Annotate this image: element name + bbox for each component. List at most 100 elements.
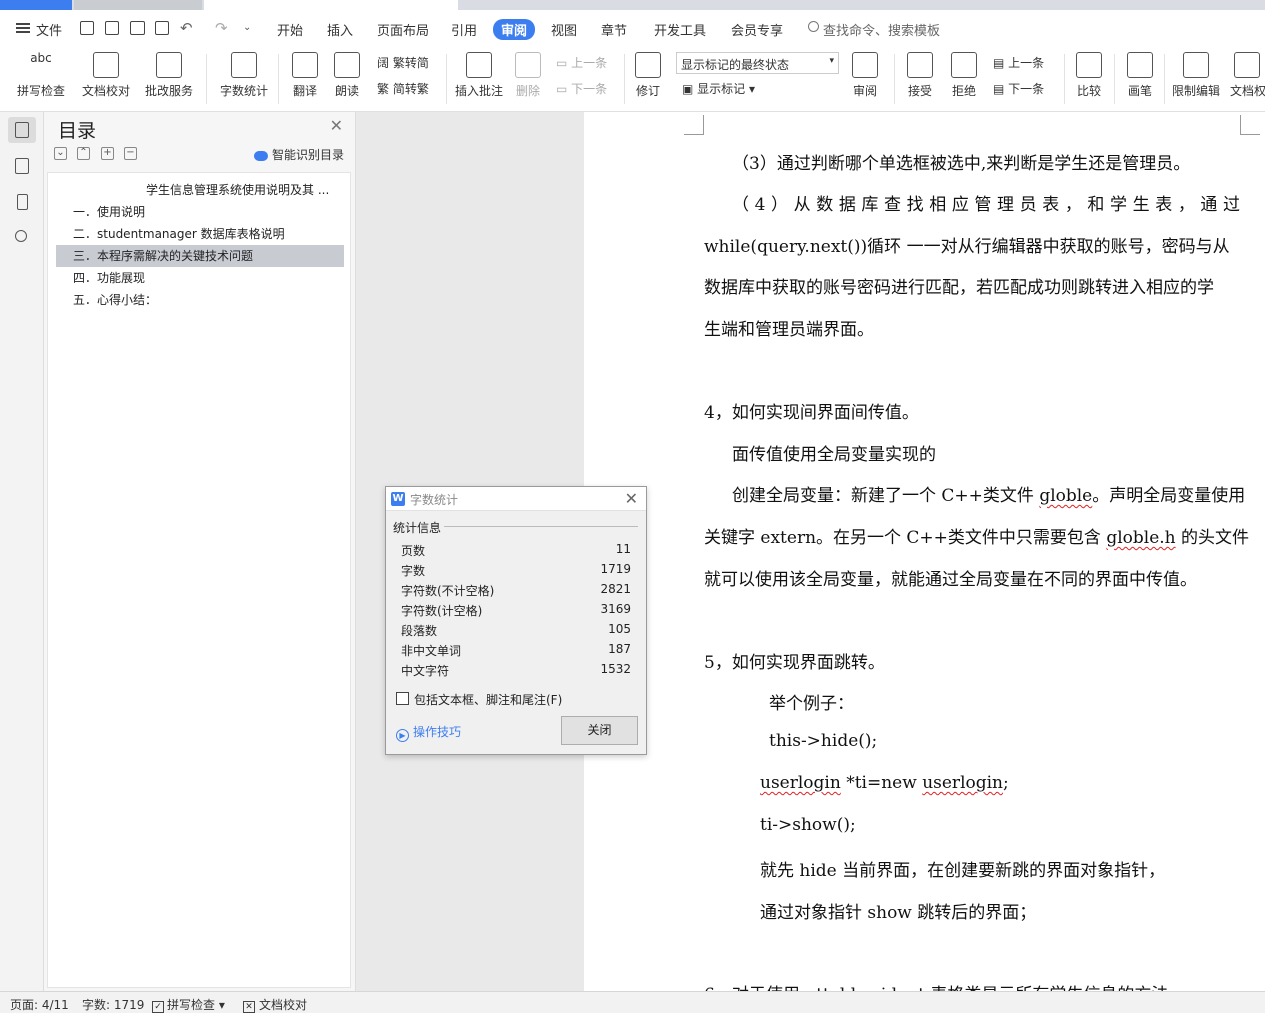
tab-chapter[interactable]: 章节 — [601, 20, 627, 39]
read-aloud-button[interactable]: 朗读 — [330, 48, 364, 99]
word-count-indicator[interactable]: 字数: 1719 — [82, 996, 144, 1013]
spell-check-button[interactable]: abc 拼写检查 — [10, 48, 72, 99]
toc-icon — [15, 122, 29, 138]
paragraph: 数据库中获取的账号密码进行匹配，若匹配成功则跳转进入相应的学 — [704, 278, 1214, 298]
insert-comment-button[interactable]: 插入批注 — [452, 48, 506, 99]
tab-developer[interactable]: 开发工具 — [654, 20, 706, 39]
export-pdf-icon[interactable] — [105, 21, 119, 35]
accept-button[interactable]: 接受 — [900, 48, 940, 99]
chevron-down-icon: ▾ — [829, 56, 834, 66]
spell-error-word[interactable]: userlogin — [760, 773, 841, 793]
stat-row: 段落数 105 — [401, 622, 631, 638]
ribbon-separator — [278, 54, 279, 104]
home-tab[interactable] — [0, 0, 72, 10]
close-icon[interactable]: ✕ — [625, 489, 638, 508]
ribbon-separator — [206, 54, 207, 104]
review-pane-button[interactable]: 审阅 — [846, 48, 884, 99]
close-button[interactable]: 关闭 — [561, 716, 638, 745]
doc-tab-active[interactable] — [204, 0, 458, 10]
hamburger-icon[interactable] — [16, 23, 30, 33]
toc-pane-button[interactable] — [8, 117, 36, 143]
toc-item[interactable]: 一．使用说明 — [56, 201, 344, 223]
tips-link[interactable]: ▶ 操作技巧 — [396, 723, 461, 742]
tab-member[interactable]: 会员专享 — [731, 20, 783, 39]
ink-button[interactable]: 画笔 — [1120, 48, 1160, 99]
search-icon — [15, 230, 27, 242]
toc-item-selected[interactable]: 三．本程序需解决的关键技术问题 — [56, 245, 344, 267]
spell-error-word[interactable]: userlogin — [922, 773, 1003, 793]
reject-button[interactable]: 拒绝 — [944, 48, 984, 99]
prev-comment-button[interactable]: ▭ 上一条 — [556, 54, 607, 71]
tab-insert[interactable]: 插入 — [327, 20, 353, 39]
to-traditional-button[interactable]: 阔 繁转简 — [377, 54, 429, 71]
remove-item-icon[interactable]: − — [124, 147, 137, 160]
tab-start[interactable]: 开始 — [277, 20, 303, 39]
track-changes-button[interactable]: 修订 — [630, 48, 666, 99]
print-preview-icon[interactable] — [155, 21, 169, 35]
next-comment-button[interactable]: ▭ 下一条 — [556, 80, 607, 97]
redo-icon[interactable]: ↷ — [215, 19, 228, 37]
delete-comment-button[interactable]: 删除 — [510, 48, 546, 99]
spell-check-icon: abc — [30, 51, 52, 65]
translate-button[interactable]: 翻译 — [284, 48, 326, 99]
ribbon-separator — [446, 54, 447, 104]
display-mode-select[interactable]: 显示标记的最终状态 ▾ — [676, 52, 839, 74]
compare-button[interactable]: 比较 — [1070, 48, 1108, 99]
chapter-nav-button[interactable] — [8, 153, 36, 179]
spell-error-word[interactable]: globle.h — [1106, 528, 1175, 548]
toc-item[interactable]: 五．心得小结： — [56, 289, 344, 311]
save-icon[interactable] — [80, 21, 94, 35]
review-service-button[interactable]: 批改服务 — [138, 48, 200, 99]
read-aloud-icon — [334, 52, 360, 78]
next-change-button[interactable]: ▤ 下一条 — [993, 80, 1044, 97]
document-page[interactable]: （3）通过判断哪个单选框被选中,来判断是学生还是管理员。 （4）从数据库查找相应… — [584, 112, 1265, 991]
prev-change-button[interactable]: ▤ 上一条 — [993, 54, 1044, 71]
stat-row: 页数 11 — [401, 542, 631, 558]
doc-rights-button[interactable]: 文档权 — [1230, 48, 1265, 99]
group-divider — [444, 526, 638, 527]
search-icon — [808, 21, 819, 32]
toc-list: 学生信息管理系统使用说明及其 ... 一．使用说明 二．studentmanag… — [47, 172, 351, 988]
dialog-titlebar[interactable]: W 字数统计 ✕ — [386, 487, 646, 511]
undo-icon[interactable]: ↶ — [180, 19, 193, 37]
check-icon: ✓ — [152, 1001, 164, 1013]
collapse-all-icon[interactable]: ⌄ — [54, 147, 67, 160]
tab-page-layout[interactable]: 页面布局 — [377, 20, 429, 39]
expand-up-icon[interactable]: ⌃ — [77, 147, 90, 160]
restrict-edit-button[interactable]: 限制编辑 — [1170, 48, 1222, 99]
doc-proof-button[interactable]: 文档校对 — [78, 48, 134, 99]
include-textbox-label[interactable]: 包括文本框、脚注和尾注(F) — [414, 691, 562, 708]
find-button[interactable] — [8, 225, 36, 251]
command-search[interactable]: 查找命令、搜索模板 — [823, 20, 940, 39]
tab-review[interactable]: 审阅 — [493, 19, 536, 40]
word-count-button[interactable]: 字数统计 — [214, 48, 274, 99]
smart-recognize-button[interactable]: 智能识别目录 — [254, 146, 344, 163]
play-icon: ▶ — [396, 729, 409, 742]
file-menu[interactable]: 文件 — [36, 20, 62, 39]
tab-view[interactable]: 视图 — [551, 20, 577, 39]
status-doc-proof[interactable]: ✕ 文档校对 — [243, 996, 307, 1013]
margin-corner-mark — [684, 115, 704, 135]
spell-error-word[interactable]: globle — [1039, 486, 1092, 506]
doc-tab-inactive[interactable] — [74, 0, 202, 10]
show-markup-button[interactable]: ▣ 显示标记 ▾ — [682, 80, 755, 97]
add-item-icon[interactable]: + — [101, 147, 114, 160]
include-textbox-checkbox[interactable] — [396, 692, 409, 705]
paragraph: 创建全局变量：新建了一个 C++类文件 globle。声明全局变量使用 — [732, 486, 1246, 506]
status-spell-check[interactable]: ✓ 拼写检查 ▾ — [152, 996, 225, 1013]
tab-references[interactable]: 引用 — [451, 20, 477, 39]
toc-item[interactable]: 学生信息管理系统使用说明及其 ... — [56, 179, 344, 201]
wps-logo-icon: W — [391, 492, 405, 506]
toc-item[interactable]: 四．功能展现 — [56, 267, 344, 289]
quick-access-dropdown-icon[interactable]: ⌄ — [243, 22, 251, 33]
ribbon-separator — [1164, 54, 1165, 104]
stat-row: 中文字符 1532 — [401, 662, 631, 678]
print-icon[interactable] — [130, 21, 145, 35]
bookmark-button[interactable] — [8, 189, 36, 215]
heading-partial: 6，对于使用 qttablewidget 表格类显示所有学生信息的方法 — [704, 980, 1168, 991]
to-simplified-button[interactable]: 繁 简转繁 — [377, 80, 429, 97]
lock-doc-icon — [1183, 52, 1209, 78]
page-indicator[interactable]: 页面: 4/11 — [10, 996, 69, 1013]
toc-item[interactable]: 二．studentmanager 数据库表格说明 — [56, 223, 344, 245]
close-icon[interactable]: ✕ — [330, 116, 343, 135]
